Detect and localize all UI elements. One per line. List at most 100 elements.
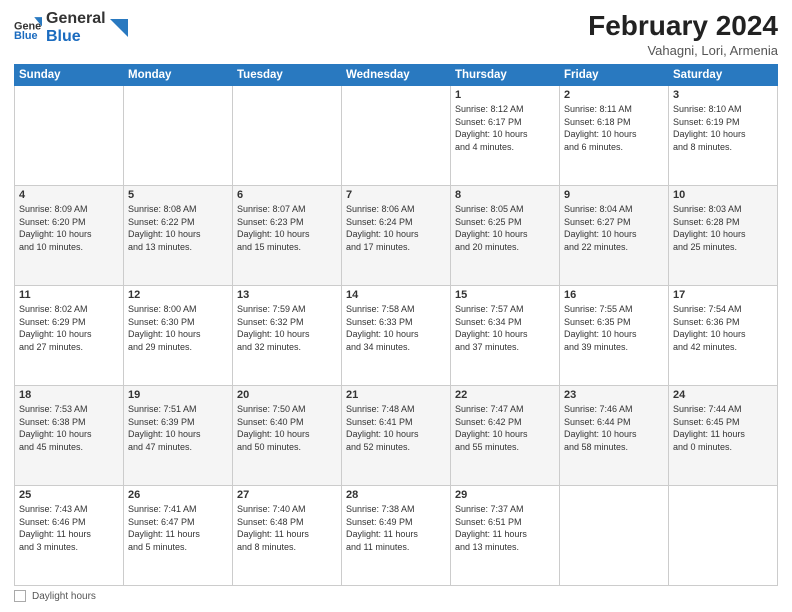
col-thursday: Thursday	[451, 65, 560, 86]
day-info: Sunrise: 7:51 AM Sunset: 6:39 PM Dayligh…	[128, 403, 228, 453]
day-number: 9	[564, 189, 664, 201]
day-info: Sunrise: 7:57 AM Sunset: 6:34 PM Dayligh…	[455, 303, 555, 353]
day-number: 17	[673, 289, 773, 301]
col-wednesday: Wednesday	[342, 65, 451, 86]
day-cell	[342, 86, 451, 186]
day-info: Sunrise: 8:09 AM Sunset: 6:20 PM Dayligh…	[19, 203, 119, 253]
logo-icon: General Blue	[14, 14, 42, 42]
day-info: Sunrise: 8:08 AM Sunset: 6:22 PM Dayligh…	[128, 203, 228, 253]
day-cell: 19 Sunrise: 7:51 AM Sunset: 6:39 PM Dayli…	[124, 386, 233, 486]
day-cell: 29Sunrise: 7:37 AM Sunset: 6:51 PM Dayli…	[451, 486, 560, 586]
day-info: Sunrise: 7:44 AM Sunset: 6:45 PM Dayligh…	[673, 403, 773, 453]
day-cell: 20 Sunrise: 7:50 AM Sunset: 6:40 PM Dayli…	[233, 386, 342, 486]
day-info: Sunrise: 7:48 AM Sunset: 6:41 PM Dayligh…	[346, 403, 446, 453]
day-info: Sunrise: 7:47 AM Sunset: 6:42 PM Dayligh…	[455, 403, 555, 453]
day-info: Sunrise: 7:43 AM Sunset: 6:46 PM Dayligh…	[19, 503, 119, 553]
day-cell: 13 Sunrise: 7:59 AM Sunset: 6:32 PM Dayli…	[233, 286, 342, 386]
logo-general: General	[46, 10, 106, 28]
day-cell: 3Sunrise: 8:10 AM Sunset: 6:19 PM Daylig…	[669, 86, 778, 186]
day-cell: 18 Sunrise: 7:53 AM Sunset: 6:38 PM Dayli…	[15, 386, 124, 486]
day-number: 12	[128, 289, 228, 301]
day-cell: 17 Sunrise: 7:54 AM Sunset: 6:36 PM Dayli…	[669, 286, 778, 386]
col-sunday: Sunday	[15, 65, 124, 86]
day-info: Sunrise: 8:05 AM Sunset: 6:25 PM Dayligh…	[455, 203, 555, 253]
day-cell: 22 Sunrise: 7:47 AM Sunset: 6:42 PM Dayli…	[451, 386, 560, 486]
day-cell: 2 Sunrise: 8:11 AM Sunset: 6:18 PM Daylig…	[560, 86, 669, 186]
page: General Blue General Blue February 2024 …	[0, 0, 792, 612]
day-number: 3	[673, 89, 773, 101]
day-info: Sunrise: 7:55 AM Sunset: 6:35 PM Dayligh…	[564, 303, 664, 353]
day-cell: 21 Sunrise: 7:48 AM Sunset: 6:41 PM Dayli…	[342, 386, 451, 486]
day-cell	[669, 486, 778, 586]
day-cell: 12Sunrise: 8:00 AM Sunset: 6:30 PM Dayli…	[124, 286, 233, 386]
header: General Blue General Blue February 2024 …	[14, 10, 778, 58]
calendar-table: Sunday Monday Tuesday Wednesday Thursday…	[14, 64, 778, 586]
day-cell: 25 Sunrise: 7:43 AM Sunset: 6:46 PM Dayli…	[15, 486, 124, 586]
day-info: Sunrise: 8:06 AM Sunset: 6:24 PM Dayligh…	[346, 203, 446, 253]
day-number: 25	[19, 489, 119, 501]
day-number: 19	[128, 389, 228, 401]
day-info: Sunrise: 8:11 AM Sunset: 6:18 PM Dayligh…	[564, 103, 664, 153]
day-number: 1	[455, 89, 555, 101]
col-saturday: Saturday	[669, 65, 778, 86]
col-tuesday: Tuesday	[233, 65, 342, 86]
day-number: 22	[455, 389, 555, 401]
day-number: 13	[237, 289, 337, 301]
day-cell: 6Sunrise: 8:07 AM Sunset: 6:23 PM Daylig…	[233, 186, 342, 286]
day-info: Sunrise: 7:53 AM Sunset: 6:38 PM Dayligh…	[19, 403, 119, 453]
day-cell: 1 Sunrise: 8:12 AM Sunset: 6:17 PM Daylig…	[451, 86, 560, 186]
day-cell: 10 Sunrise: 8:03 AM Sunset: 6:28 PM Dayli…	[669, 186, 778, 286]
day-cell: 27 Sunrise: 7:40 AM Sunset: 6:48 PM Dayli…	[233, 486, 342, 586]
day-info: Sunrise: 8:12 AM Sunset: 6:17 PM Dayligh…	[455, 103, 555, 153]
day-number: 20	[237, 389, 337, 401]
day-info: Sunrise: 8:03 AM Sunset: 6:28 PM Dayligh…	[673, 203, 773, 253]
weekday-header-row: Sunday Monday Tuesday Wednesday Thursday…	[15, 65, 778, 86]
day-number: 5	[128, 189, 228, 201]
day-cell: 8 Sunrise: 8:05 AM Sunset: 6:25 PM Daylig…	[451, 186, 560, 286]
col-monday: Monday	[124, 65, 233, 86]
logo-blue: Blue	[46, 28, 106, 46]
week-row-2: 4 Sunrise: 8:09 AM Sunset: 6:20 PM Daylig…	[15, 186, 778, 286]
day-cell: 5 Sunrise: 8:08 AM Sunset: 6:22 PM Daylig…	[124, 186, 233, 286]
day-cell	[233, 86, 342, 186]
day-info: Sunrise: 8:04 AM Sunset: 6:27 PM Dayligh…	[564, 203, 664, 253]
day-info: Sunrise: 7:50 AM Sunset: 6:40 PM Dayligh…	[237, 403, 337, 453]
day-info: Sunrise: 7:37 AM Sunset: 6:51 PM Dayligh…	[455, 503, 555, 553]
day-info: Sunrise: 7:40 AM Sunset: 6:48 PM Dayligh…	[237, 503, 337, 553]
day-number: 2	[564, 89, 664, 101]
day-cell	[15, 86, 124, 186]
day-info: Sunrise: 8:02 AM Sunset: 6:29 PM Dayligh…	[19, 303, 119, 353]
day-cell: 24Sunrise: 7:44 AM Sunset: 6:45 PM Dayli…	[669, 386, 778, 486]
daylight-box-icon	[14, 590, 26, 602]
day-number: 28	[346, 489, 446, 501]
calendar-body: 1 Sunrise: 8:12 AM Sunset: 6:17 PM Daylig…	[15, 86, 778, 586]
day-number: 14	[346, 289, 446, 301]
day-number: 23	[564, 389, 664, 401]
day-number: 7	[346, 189, 446, 201]
day-info: Sunrise: 7:54 AM Sunset: 6:36 PM Dayligh…	[673, 303, 773, 353]
day-number: 27	[237, 489, 337, 501]
day-number: 16	[564, 289, 664, 301]
footer: Daylight hours	[14, 590, 778, 602]
day-cell: 14 Sunrise: 7:58 AM Sunset: 6:33 PM Dayli…	[342, 286, 451, 386]
day-number: 8	[455, 189, 555, 201]
month-year: February 2024	[588, 10, 778, 42]
day-cell: 15 Sunrise: 7:57 AM Sunset: 6:34 PM Dayli…	[451, 286, 560, 386]
day-number: 21	[346, 389, 446, 401]
svg-text:Blue: Blue	[14, 29, 38, 41]
day-cell	[124, 86, 233, 186]
week-row-5: 25 Sunrise: 7:43 AM Sunset: 6:46 PM Dayli…	[15, 486, 778, 586]
day-number: 10	[673, 189, 773, 201]
day-number: 18	[19, 389, 119, 401]
day-number: 6	[237, 189, 337, 201]
day-number: 4	[19, 189, 119, 201]
day-info: Sunrise: 7:58 AM Sunset: 6:33 PM Dayligh…	[346, 303, 446, 353]
day-number: 15	[455, 289, 555, 301]
day-cell: 11 Sunrise: 8:02 AM Sunset: 6:29 PM Dayli…	[15, 286, 124, 386]
location: Vahagni, Lori, Armenia	[588, 43, 778, 58]
week-row-3: 11 Sunrise: 8:02 AM Sunset: 6:29 PM Dayli…	[15, 286, 778, 386]
day-cell	[560, 486, 669, 586]
day-info: Sunrise: 7:59 AM Sunset: 6:32 PM Dayligh…	[237, 303, 337, 353]
logo: General Blue General Blue	[14, 10, 128, 45]
day-number: 11	[19, 289, 119, 301]
